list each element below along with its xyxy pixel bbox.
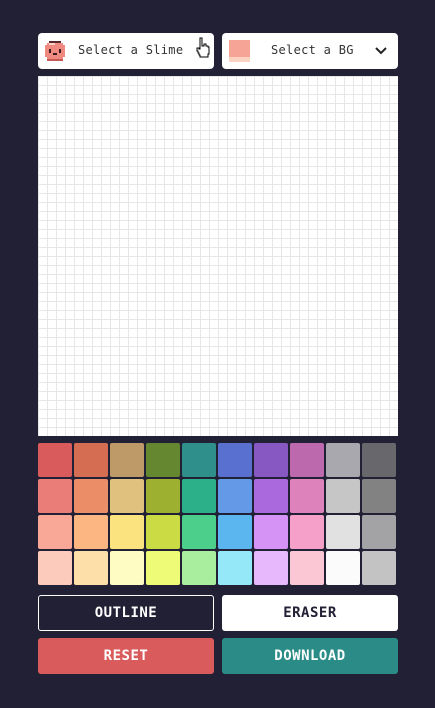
bg-select[interactable]: Select a BG [222,33,398,69]
bg-thumbnail [229,40,250,62]
color-swatch[interactable] [110,443,144,477]
color-swatch[interactable] [290,551,324,585]
color-swatch[interactable] [110,479,144,513]
slime-icon [45,41,65,61]
eraser-button[interactable]: ERASER [222,595,398,631]
color-swatch[interactable] [74,479,108,513]
color-swatch[interactable] [362,515,396,549]
color-swatch[interactable] [290,443,324,477]
color-swatch[interactable] [146,515,180,549]
color-swatch[interactable] [254,479,288,513]
color-swatch[interactable] [146,479,180,513]
color-swatch[interactable] [38,479,72,513]
color-swatch[interactable] [326,443,360,477]
reset-button[interactable]: RESET [38,638,214,674]
bg-select-label: Select a BG [271,43,354,57]
color-swatch[interactable] [254,515,288,549]
color-swatch[interactable] [74,551,108,585]
color-swatch[interactable] [362,443,396,477]
chevron-down-icon [375,47,387,55]
slime-select[interactable]: Select a Slime [38,33,214,69]
color-swatch[interactable] [290,479,324,513]
color-swatch[interactable] [146,443,180,477]
color-swatch[interactable] [362,479,396,513]
color-swatch[interactable] [182,479,216,513]
color-swatch[interactable] [326,479,360,513]
color-swatch[interactable] [182,443,216,477]
color-swatch[interactable] [218,479,252,513]
download-button[interactable]: DOWNLOAD [222,638,398,674]
color-swatch[interactable] [218,551,252,585]
color-swatch[interactable] [74,443,108,477]
color-swatch[interactable] [38,515,72,549]
color-swatch[interactable] [218,515,252,549]
color-swatch[interactable] [38,443,72,477]
outline-button[interactable]: OUTLINE [38,595,214,631]
color-swatch[interactable] [146,551,180,585]
hand-cursor-icon [196,37,210,58]
color-swatch[interactable] [38,551,72,585]
color-swatch[interactable] [74,515,108,549]
color-swatch[interactable] [110,515,144,549]
color-swatch[interactable] [218,443,252,477]
slime-select-label: Select a Slime [78,43,184,57]
color-swatch[interactable] [362,551,396,585]
drawing-canvas[interactable] [38,76,398,436]
color-swatch[interactable] [326,551,360,585]
color-swatch[interactable] [290,515,324,549]
color-palette [38,443,398,585]
color-swatch[interactable] [182,515,216,549]
color-swatch[interactable] [110,551,144,585]
color-swatch[interactable] [254,551,288,585]
color-swatch[interactable] [254,443,288,477]
color-swatch[interactable] [326,515,360,549]
color-swatch[interactable] [182,551,216,585]
